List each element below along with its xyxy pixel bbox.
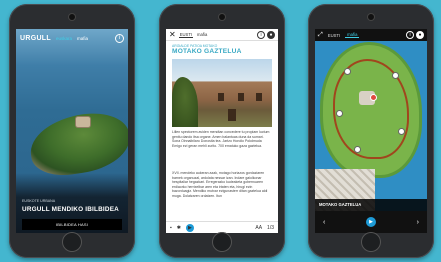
article-header: ✕ EUSTI mafia i ● bbox=[166, 29, 278, 41]
route-subtitle: EUSKOTE URBANA bbox=[22, 199, 56, 203]
home-header: URGULL euskara mafia i bbox=[16, 29, 128, 47]
home-screen: URGULL euskara mafia i EUSKOTE URBANA UR… bbox=[16, 29, 128, 233]
settings-icon[interactable]: ● bbox=[267, 30, 275, 39]
next-arrow-icon[interactable]: › bbox=[417, 219, 419, 226]
camera bbox=[219, 14, 225, 20]
article-heading: MOTAKO GAZTELUA bbox=[172, 48, 242, 55]
previous-arrow-icon[interactable]: ‹ bbox=[323, 219, 325, 226]
map-pin[interactable] bbox=[345, 69, 350, 74]
settings-icon[interactable]: ● bbox=[416, 31, 424, 39]
current-location-pin[interactable] bbox=[371, 95, 376, 100]
phone-map-screen: ⤢ EUSTI mafia i ● MOTAKO GAZTELUA ‹ ▶ › bbox=[308, 4, 434, 258]
route-title: URGULL MENDIKO IBILBIDEA bbox=[22, 206, 119, 213]
article-paragraph-1: Lillen spectorem aviden mendtan conceder… bbox=[172, 130, 270, 148]
map-navigation-bar: ‹ ▶ › bbox=[315, 211, 427, 233]
door-shape bbox=[228, 109, 236, 121]
language-tab-eusti[interactable]: EUSTI bbox=[326, 33, 342, 38]
phone-article-screen: ✕ EUSTI mafia i ● ARGIALDE PATIOA MOTAKO… bbox=[159, 4, 285, 258]
map-header: ⤢ EUSTI mafia i ● bbox=[315, 29, 427, 41]
info-icon[interactable]: i bbox=[406, 31, 414, 39]
language-tab-euskara[interactable]: euskara bbox=[56, 36, 72, 41]
info-icon[interactable]: i bbox=[257, 30, 265, 39]
home-button[interactable] bbox=[361, 232, 381, 252]
share-icon[interactable]: ✱ bbox=[177, 225, 181, 231]
home-button[interactable] bbox=[212, 232, 232, 252]
language-tab-eusti[interactable]: EUSTI bbox=[178, 32, 194, 38]
window-shape bbox=[256, 93, 262, 101]
castle-image bbox=[76, 117, 90, 127]
castle-photo bbox=[172, 59, 272, 127]
language-tab-mafia[interactable]: mafia bbox=[345, 32, 360, 38]
article-screen: ✕ EUSTI mafia i ● ARGIALDE PATIOA MOTAKO… bbox=[166, 29, 278, 233]
close-icon[interactable]: ✕ bbox=[169, 30, 176, 39]
page-indicator: 1/3 bbox=[267, 224, 274, 231]
info-icon[interactable]: i bbox=[115, 33, 124, 43]
location-label: MOTAKO GAZTELUA bbox=[315, 199, 427, 211]
start-route-button[interactable]: IBILBIDEA HASI bbox=[22, 219, 122, 230]
tree-shape bbox=[172, 77, 198, 127]
phone-home-screen: URGULL euskara mafia i EUSKOTE URBANA UR… bbox=[9, 4, 135, 258]
language-tab-mafia[interactable]: mafia bbox=[196, 32, 208, 37]
bookmark-icon[interactable]: ▪ bbox=[170, 225, 172, 231]
map-pin[interactable] bbox=[393, 73, 398, 78]
app-logo: URGULL bbox=[20, 34, 51, 42]
camera bbox=[368, 14, 374, 20]
map-pin[interactable] bbox=[355, 147, 360, 152]
header-icons: i ● bbox=[406, 31, 424, 39]
header-icons: i ● bbox=[257, 30, 275, 39]
language-tab-mafia[interactable]: mafia bbox=[77, 36, 88, 41]
window-shape bbox=[238, 93, 244, 101]
article-paragraph-2: XVII. mendeko aukeran azak, motago horia… bbox=[172, 171, 268, 198]
window-shape bbox=[218, 93, 224, 101]
home-button[interactable] bbox=[62, 232, 82, 252]
play-audio-icon[interactable]: ▶ bbox=[366, 217, 376, 227]
map-screen: ⤢ EUSTI mafia i ● MOTAKO GAZTELUA ‹ ▶ › bbox=[315, 29, 427, 233]
map-pin[interactable] bbox=[399, 129, 404, 134]
font-size-button[interactable]: AA bbox=[255, 225, 262, 231]
play-audio-icon[interactable]: ▶ bbox=[185, 223, 194, 232]
camera bbox=[69, 14, 75, 20]
expand-icon[interactable]: ⤢ bbox=[318, 32, 323, 39]
map-pin[interactable] bbox=[337, 111, 342, 116]
